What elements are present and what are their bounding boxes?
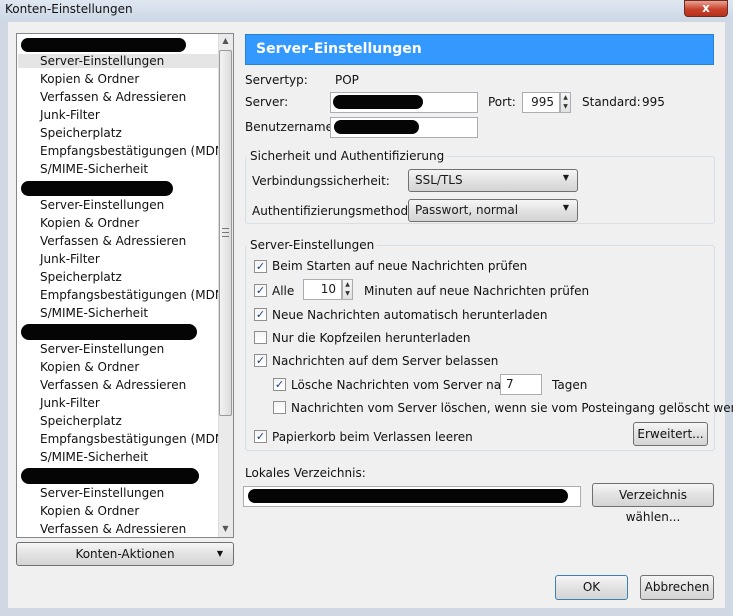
- tree-item-smime[interactable]: S/MIME-Sicherheit: [40, 306, 148, 320]
- headers-only-label[interactable]: Nur die Kopfzeilen herunterladen: [272, 331, 471, 345]
- tree-item-junk-filter[interactable]: Junk-Filter: [40, 396, 100, 410]
- tree-item-composition[interactable]: Verfassen & Adressieren: [40, 378, 186, 392]
- section-header: Server-Einstellungen: [245, 34, 714, 65]
- redacted-server-name: [333, 95, 423, 109]
- leave-on-server-checkbox[interactable]: ✓: [254, 354, 267, 367]
- section-header-title: Server-Einstellungen: [256, 41, 422, 57]
- tree-item-return-receipts[interactable]: Empfangsbestätigungen (MDN): [40, 432, 228, 446]
- days-suffix: Tagen: [552, 378, 588, 392]
- tree-item-server-settings[interactable]: Server-Einstellungen: [40, 342, 164, 356]
- tree-item-disk-space[interactable]: Speicherplatz: [40, 414, 122, 428]
- headers-only-checkbox[interactable]: [254, 331, 267, 344]
- account-actions-label: Konten-Aktionen: [75, 547, 175, 561]
- window-title: Konten-Einstellungen: [5, 2, 133, 16]
- tree-item-copies-folders[interactable]: Kopien & Ordner: [40, 72, 139, 86]
- auth-method-label: Authentifizierungsmethode:: [252, 204, 420, 218]
- username-field[interactable]: [330, 117, 478, 138]
- server-field[interactable]: [330, 92, 478, 113]
- tree-item-copies-folders[interactable]: Kopien & Ordner: [40, 504, 139, 518]
- check-every-label[interactable]: Alle: [272, 284, 294, 298]
- minutes-field[interactable]: 10: [303, 279, 342, 300]
- check-every-checkbox[interactable]: ✓: [254, 284, 267, 297]
- minutes-suffix: Minuten auf neue Nachrichten prüfen: [364, 284, 590, 298]
- delete-when-deleted-label[interactable]: Nachrichten vom Server löschen, wenn sie…: [291, 401, 733, 415]
- servertype-label: Servertyp:: [245, 73, 308, 87]
- tree-item-composition[interactable]: Verfassen & Adressieren: [40, 234, 186, 248]
- spin-down-icon[interactable]: ▼: [343, 289, 352, 298]
- tree-item-composition[interactable]: Verfassen & Adressieren: [40, 90, 186, 104]
- server-label: Server:: [245, 95, 289, 109]
- ok-button[interactable]: OK: [555, 575, 628, 600]
- redacted-account-name: [21, 324, 197, 340]
- account-tree[interactable]: Server-Einstellungen Kopien & Ordner Ver…: [16, 33, 234, 538]
- tree-item-smime[interactable]: S/MIME-Sicherheit: [40, 450, 148, 464]
- security-group-title: Sicherheit und Authentifizierung: [247, 149, 448, 163]
- auto-download-label[interactable]: Neue Nachrichten automatisch herunterlad…: [272, 308, 547, 322]
- leave-on-server-label[interactable]: Nachrichten auf dem Server belassen: [272, 354, 498, 368]
- spin-down-icon[interactable]: ▼: [561, 102, 570, 111]
- tree-item-copies-folders[interactable]: Kopien & Ordner: [40, 360, 139, 374]
- choose-directory-button[interactable]: Verzeichnis wählen...: [592, 483, 714, 524]
- tree-item-disk-space[interactable]: Speicherplatz: [40, 270, 122, 284]
- empty-trash-checkbox[interactable]: ✓: [254, 430, 267, 443]
- tree-item-smime[interactable]: S/MIME-Sicherheit: [40, 162, 148, 176]
- connection-security-select[interactable]: SSL/TLS ▼: [408, 169, 578, 192]
- port-field[interactable]: 995: [522, 92, 560, 113]
- dropdown-arrow-icon: ▼: [216, 549, 223, 558]
- close-button[interactable]: x: [684, 0, 728, 17]
- days-field[interactable]: 7: [500, 374, 542, 395]
- auth-method-select[interactable]: Passwort, normal ▼: [408, 199, 578, 222]
- redacted-username: [334, 120, 419, 134]
- standard-label: Standard:: [582, 95, 641, 109]
- empty-trash-label[interactable]: Papierkorb beim Verlassen leeren: [272, 430, 473, 444]
- redacted-account-name: [21, 38, 186, 52]
- advanced-button[interactable]: Erweitert...: [633, 422, 708, 446]
- auth-method-value: Passwort, normal: [415, 203, 519, 217]
- scroll-down-icon[interactable]: ▼: [218, 524, 233, 536]
- check-on-startup-label[interactable]: Beim Starten auf neue Nachrichten prüfen: [272, 259, 527, 273]
- dropdown-arrow-icon: ▼: [562, 203, 569, 212]
- grip-icon: [222, 228, 229, 237]
- port-label: Port:: [488, 95, 516, 109]
- delete-after-checkbox[interactable]: ✓: [273, 378, 286, 391]
- redacted-account-name: [21, 181, 173, 196]
- tree-item-composition[interactable]: Verfassen & Adressieren: [40, 522, 186, 536]
- redacted-account-name: [21, 468, 199, 484]
- delete-when-deleted-checkbox[interactable]: [273, 401, 286, 414]
- tree-item-junk-filter[interactable]: Junk-Filter: [40, 108, 100, 122]
- minutes-spinner[interactable]: ▲ ▼: [342, 279, 353, 300]
- local-directory-field[interactable]: [243, 486, 581, 507]
- tree-item-disk-space[interactable]: Speicherplatz: [40, 126, 122, 140]
- servertype-value: POP: [335, 73, 359, 87]
- tree-item-return-receipts[interactable]: Empfangsbestätigungen (MDN): [40, 144, 228, 158]
- scroll-up-icon[interactable]: ▲: [218, 36, 233, 48]
- tree-item-server-settings[interactable]: Server-Einstellungen: [40, 486, 164, 500]
- delete-after-label[interactable]: Lösche Nachrichten vom Server nach: [291, 378, 515, 392]
- local-directory-label: Lokales Verzeichnis:: [245, 466, 366, 480]
- account-actions-button[interactable]: Konten-Aktionen ▼: [16, 542, 234, 566]
- server-settings-group: [245, 245, 715, 451]
- dropdown-arrow-icon: ▼: [562, 173, 569, 182]
- tree-item-return-receipts[interactable]: Empfangsbestätigungen (MDN): [40, 288, 228, 302]
- redacted-directory-path: [248, 489, 568, 503]
- standard-value: 995: [642, 95, 665, 109]
- tree-item-server-settings[interactable]: Server-Einstellungen: [18, 54, 219, 68]
- auto-download-checkbox[interactable]: ✓: [254, 308, 267, 321]
- username-label: Benutzername:: [245, 120, 338, 134]
- tree-item-server-settings[interactable]: Server-Einstellungen: [40, 198, 164, 212]
- port-spinner[interactable]: ▲ ▼: [560, 92, 571, 113]
- tree-item-junk-filter[interactable]: Junk-Filter: [40, 252, 100, 266]
- connection-security-label: Verbindungssicherheit:: [252, 174, 390, 188]
- spin-up-icon[interactable]: ▲: [561, 93, 570, 102]
- check-on-startup-checkbox[interactable]: ✓: [254, 260, 267, 273]
- cancel-button[interactable]: Abbrechen: [640, 575, 714, 600]
- server-settings-group-title: Server-Einstellungen: [247, 238, 378, 252]
- spin-up-icon[interactable]: ▲: [343, 280, 352, 289]
- tree-item-copies-folders[interactable]: Kopien & Ordner: [40, 216, 139, 230]
- connection-security-value: SSL/TLS: [415, 173, 463, 187]
